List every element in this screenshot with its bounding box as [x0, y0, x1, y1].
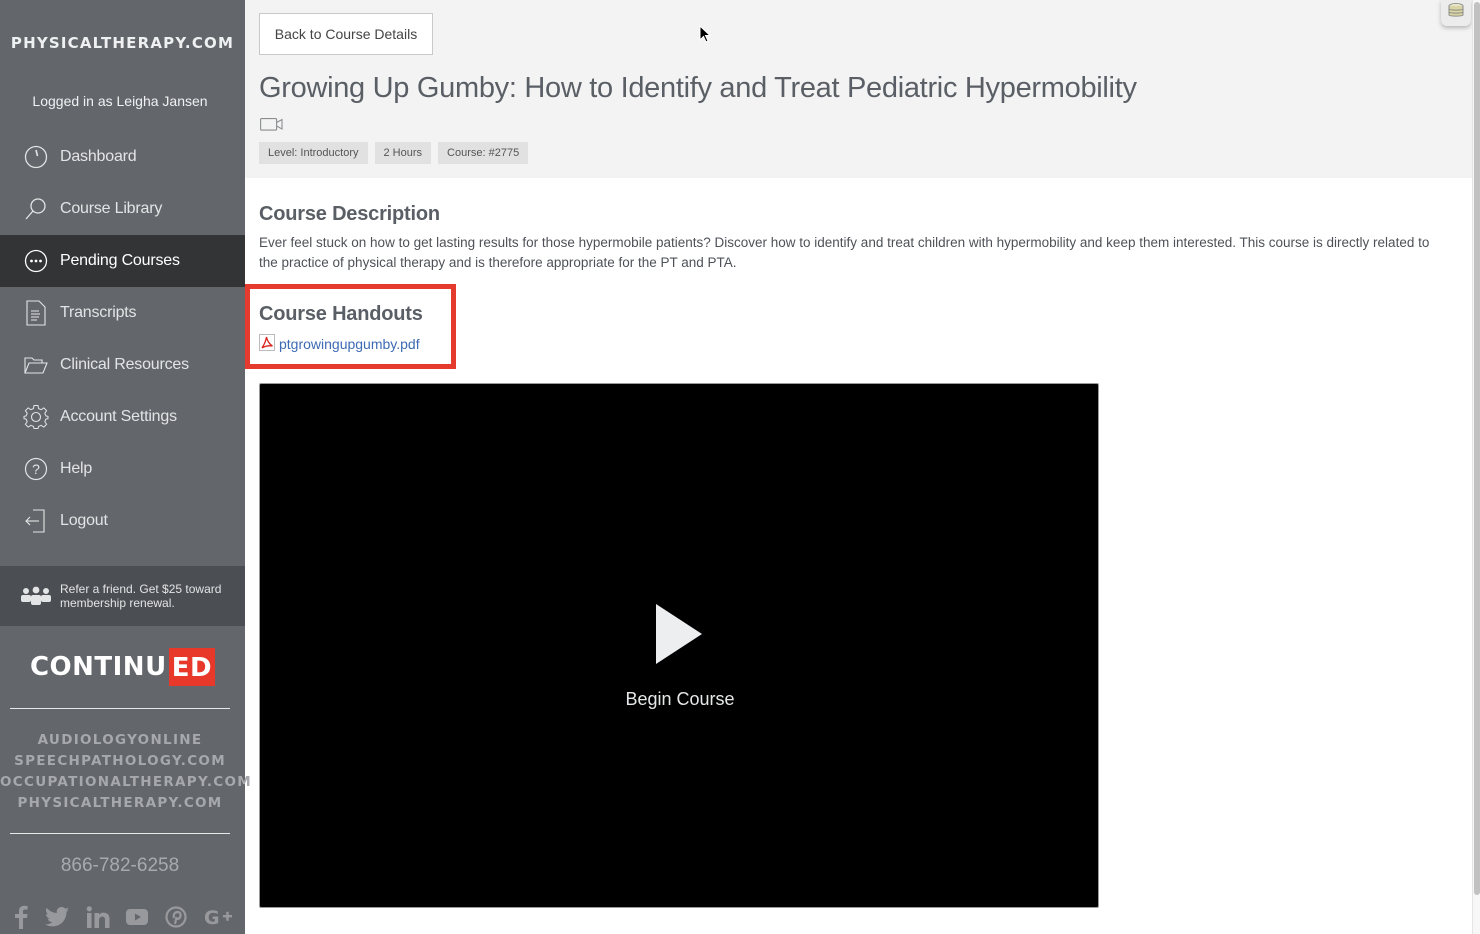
sidebar-item-label: Clinical Resources	[60, 356, 189, 373]
search-icon	[23, 196, 49, 222]
refer-a-friend-banner[interactable]: Refer a friend. Get $25 toward membershi…	[0, 566, 245, 626]
handout-pdf-link[interactable]: ptgrowingupgumby.pdf	[259, 334, 420, 354]
sidebar-item-label: Dashboard	[60, 148, 137, 165]
twitter-icon[interactable]	[44, 904, 69, 930]
site-link-audiology[interactable]: AUDIOLOGYONLINE	[0, 730, 240, 751]
hours-badge: 2 Hours	[374, 142, 432, 164]
group-users-icon	[20, 586, 52, 606]
sidebar-item-label: Transcripts	[60, 304, 137, 321]
site-link-physicaltherapy[interactable]: PHYSICALTHERAPY.COM	[0, 793, 240, 814]
handouts-highlight-box	[245, 284, 456, 369]
sidebar-item-course-library[interactable]: Course Library	[0, 183, 245, 235]
site-link-occupationaltherapy[interactable]: OCCUPATIONALTHERAPY.COM	[0, 772, 251, 793]
sidebar-item-label: Help	[60, 460, 93, 477]
site-brand-logo[interactable]: PHYSICALTHERAPY.COM	[0, 34, 245, 52]
mouse-cursor-icon	[699, 24, 712, 48]
logout-icon	[23, 508, 49, 534]
course-description-text: Ever feel stuck on how to get lasting re…	[259, 235, 1430, 270]
sidebar-item-label: Pending Courses	[60, 252, 180, 269]
continued-logo[interactable]: CONTINU ED	[0, 648, 245, 686]
back-to-course-details-button[interactable]: Back to Course Details	[259, 13, 433, 55]
sidebar: PHYSICALTHERAPY.COM Logged in as Leigha …	[0, 0, 251, 934]
handout-filename: ptgrowingupgumby.pdf	[279, 336, 420, 352]
level-badge: Level: Introductory	[259, 142, 368, 164]
sidebar-nav: Dashboard Course Library Pending Courses…	[0, 131, 245, 547]
sidebar-item-dashboard[interactable]: Dashboard	[0, 131, 245, 183]
sidebar-item-logout[interactable]: Logout	[0, 495, 245, 547]
svg-text:G: G	[204, 907, 220, 927]
dashboard-clock-icon	[23, 144, 49, 170]
sidebar-divider	[10, 833, 230, 834]
document-icon	[23, 300, 49, 326]
refer-text: Refer a friend. Get $25 toward membershi…	[60, 582, 222, 610]
course-handouts-heading: Course Handouts	[259, 303, 423, 325]
sidebar-item-label: Course Library	[60, 200, 163, 217]
svg-text:?: ?	[32, 461, 40, 477]
course-video-player[interactable]: Begin Course	[259, 383, 1099, 908]
sister-sites-list: AUDIOLOGYONLINE SPEECHPATHOLOGY.COM OCCU…	[0, 730, 251, 814]
continued-logo-left: CONTINU	[29, 652, 167, 682]
database-stack-icon	[1447, 2, 1465, 24]
sidebar-item-pending-courses[interactable]: Pending Courses	[0, 235, 245, 287]
sidebar-item-label: Logout	[60, 512, 108, 529]
site-link-speechpathology[interactable]: SPEECHPATHOLOGY.COM	[0, 751, 240, 772]
course-description-heading: Course Description	[259, 203, 440, 225]
begin-course-label[interactable]: Begin Course	[260, 689, 1100, 710]
sidebar-item-clinical-resources[interactable]: Clinical Resources	[0, 339, 245, 391]
ellipsis-circle-icon	[23, 248, 49, 274]
pdf-file-icon	[259, 334, 275, 354]
course-badges: Level: Introductory 2 Hours Course: #277…	[259, 142, 529, 164]
folder-open-icon	[23, 352, 49, 378]
sidebar-item-transcripts[interactable]: Transcripts	[0, 287, 245, 339]
course-number-badge: Course: #2775	[438, 142, 529, 164]
question-circle-icon: ?	[23, 456, 49, 482]
sidebar-divider	[10, 708, 230, 709]
sidebar-item-label: Account Settings	[60, 408, 177, 425]
facebook-icon[interactable]	[14, 904, 28, 930]
social-links: G	[14, 904, 234, 930]
course-title: Growing Up Gumby: How to Identify and Tr…	[259, 72, 1137, 104]
phone-number[interactable]: 866-782-6258	[0, 855, 240, 877]
sidebar-item-account-settings[interactable]: Account Settings	[0, 391, 245, 443]
play-icon[interactable]	[656, 604, 702, 664]
sidebar-item-help[interactable]: ? Help	[0, 443, 245, 495]
pinterest-icon[interactable]	[165, 904, 187, 930]
gear-icon	[23, 404, 49, 430]
continued-logo-right: ED	[168, 648, 216, 686]
video-camera-icon	[260, 118, 283, 136]
youtube-icon[interactable]	[126, 904, 149, 930]
extension-button[interactable]	[1441, 0, 1471, 26]
google-plus-icon[interactable]: G	[204, 904, 234, 930]
logged-in-user: Logged in as Leigha Jansen	[32, 93, 208, 109]
page-scrollbar-thumb[interactable]	[1474, 2, 1480, 895]
linkedin-icon[interactable]	[86, 904, 110, 930]
